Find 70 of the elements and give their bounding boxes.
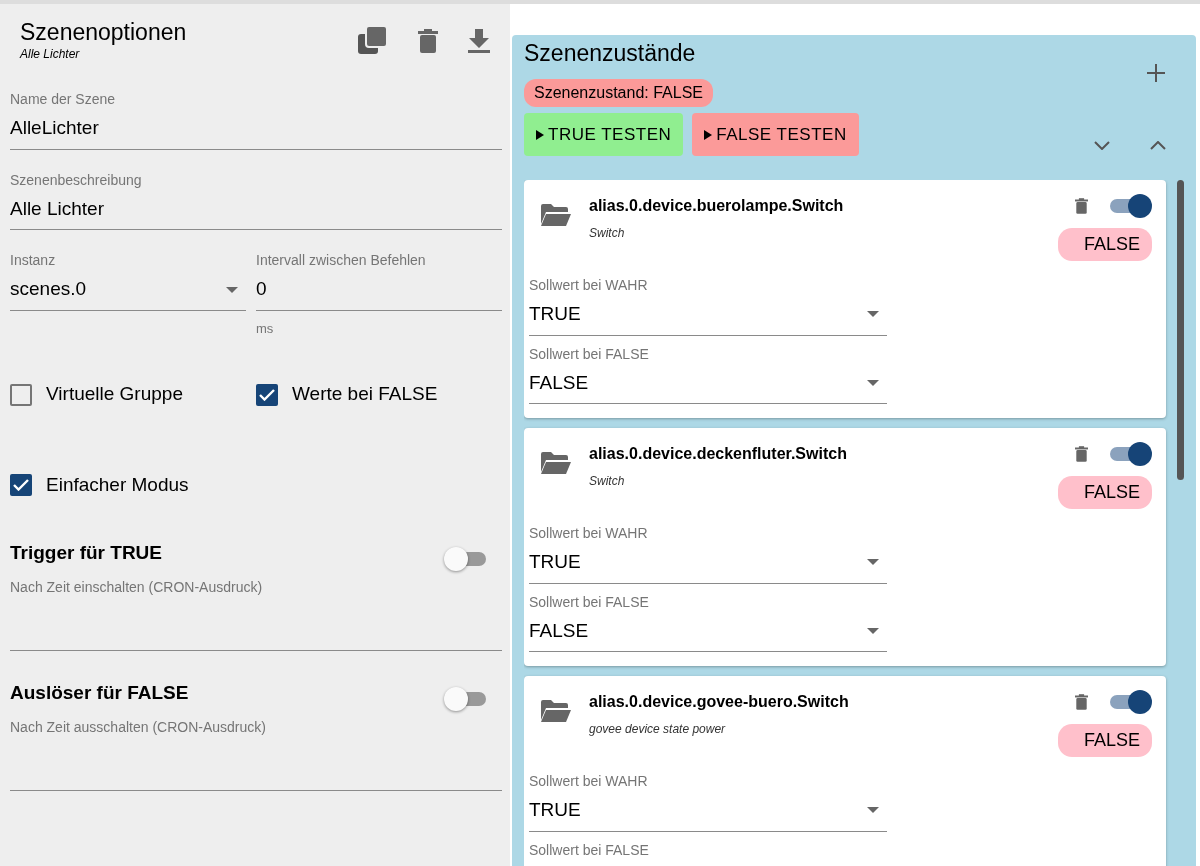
caret-icon xyxy=(226,286,238,293)
field-label: Sollwert bei WAHR xyxy=(529,772,649,791)
value-select[interactable]: FALSE xyxy=(529,612,887,652)
member-description: Switch xyxy=(589,473,626,490)
field-label: Name der Szene xyxy=(10,90,117,110)
value-badge: FALSE xyxy=(1057,228,1152,261)
field-label: Sollwert bei FALSE xyxy=(529,840,650,860)
folder-icon xyxy=(541,700,571,722)
scene-subtitle: Alle Lichter xyxy=(20,46,81,64)
field-label: Nach Zeit ausschalten (CRON-Ausdruck) xyxy=(10,718,267,738)
delete-button[interactable] xyxy=(1075,694,1088,710)
check-icon xyxy=(13,479,29,492)
member-id: alias.0.device.buerolampe.Switch xyxy=(589,196,845,216)
cron-field[interactable]: Nach Zeit einschalten (CRON-Ausdruck) xyxy=(10,577,502,652)
collapse-all-button[interactable] xyxy=(1094,141,1110,150)
expand-all-button[interactable] xyxy=(1150,141,1166,150)
value-badge: FALSE xyxy=(1057,476,1152,509)
play-icon xyxy=(704,129,713,140)
check-icon xyxy=(259,388,275,401)
field-label: Intervall zwischen Befehlen xyxy=(256,251,427,271)
trigger-title: Auslöser für FALSE xyxy=(10,681,189,706)
field-label: Szenenbeschreibung xyxy=(10,170,143,190)
unit-text: ms xyxy=(256,319,275,338)
checkbox[interactable] xyxy=(10,383,32,406)
member-description: govee device state power xyxy=(589,721,727,738)
value-select[interactable]: TRUE xyxy=(529,296,887,336)
field-label: Instanz xyxy=(10,251,57,271)
field-label: Sollwert bei FALSE xyxy=(529,344,650,364)
test-button[interactable]: TRUE TESTEN xyxy=(524,113,684,156)
field-label: Nach Zeit einschalten (CRON-Ausdruck) xyxy=(10,578,264,598)
field-label: Sollwert bei WAHR xyxy=(529,524,649,543)
scene-states-title: Szenenzustände xyxy=(524,41,696,67)
caret-icon xyxy=(867,311,879,318)
text-field[interactable]: 0 xyxy=(256,271,502,311)
folder-icon xyxy=(541,204,571,226)
download-button[interactable] xyxy=(468,26,490,56)
value-select[interactable]: TRUE xyxy=(529,544,887,584)
member-description: Switch xyxy=(589,225,626,242)
add-button[interactable] xyxy=(1146,63,1166,83)
scrollbar[interactable] xyxy=(1177,180,1184,480)
caret-icon xyxy=(867,559,879,566)
text-field[interactable]: AlleLichter xyxy=(10,110,502,150)
play-icon xyxy=(536,129,544,140)
value-select[interactable]: FALSE xyxy=(529,364,887,404)
delete-button[interactable] xyxy=(1075,446,1088,462)
member-id: alias.0.device.deckenfluter.Switch xyxy=(589,444,848,464)
value-badge: FALSE xyxy=(1057,724,1152,757)
text-field[interactable]: Alle Lichter xyxy=(10,190,502,231)
checkbox[interactable] xyxy=(256,383,278,406)
checkbox[interactable] xyxy=(10,474,32,497)
caret-icon xyxy=(867,627,879,634)
copy-button[interactable] xyxy=(358,26,388,56)
trigger-title: Trigger für TRUE xyxy=(10,541,162,566)
member-id: alias.0.device.govee-buero.Switch xyxy=(589,692,850,712)
checkbox-label: Einfacher Modus xyxy=(46,472,189,497)
delete-button[interactable] xyxy=(1075,198,1088,214)
caret-icon xyxy=(867,379,879,386)
cron-field[interactable]: Nach Zeit ausschalten (CRON-Ausdruck) xyxy=(10,717,502,792)
field-label: Sollwert bei FALSE xyxy=(529,592,650,612)
scene-state-chip: Szenenzustand: FALSE xyxy=(524,79,713,107)
instance-select[interactable]: scenes.0 xyxy=(10,271,246,311)
delete-button[interactable] xyxy=(418,26,438,56)
scene-options-title: Szenenoptionen xyxy=(20,20,188,46)
field-label: Sollwert bei WAHR xyxy=(529,276,649,295)
checkbox-label: Werte bei FALSE xyxy=(292,382,438,407)
checkbox-label: Virtuelle Gruppe xyxy=(46,382,183,407)
value-select[interactable]: TRUE xyxy=(529,792,887,832)
caret-icon xyxy=(867,807,879,814)
folder-icon xyxy=(541,452,571,474)
test-button[interactable]: FALSE TESTEN xyxy=(692,113,859,156)
